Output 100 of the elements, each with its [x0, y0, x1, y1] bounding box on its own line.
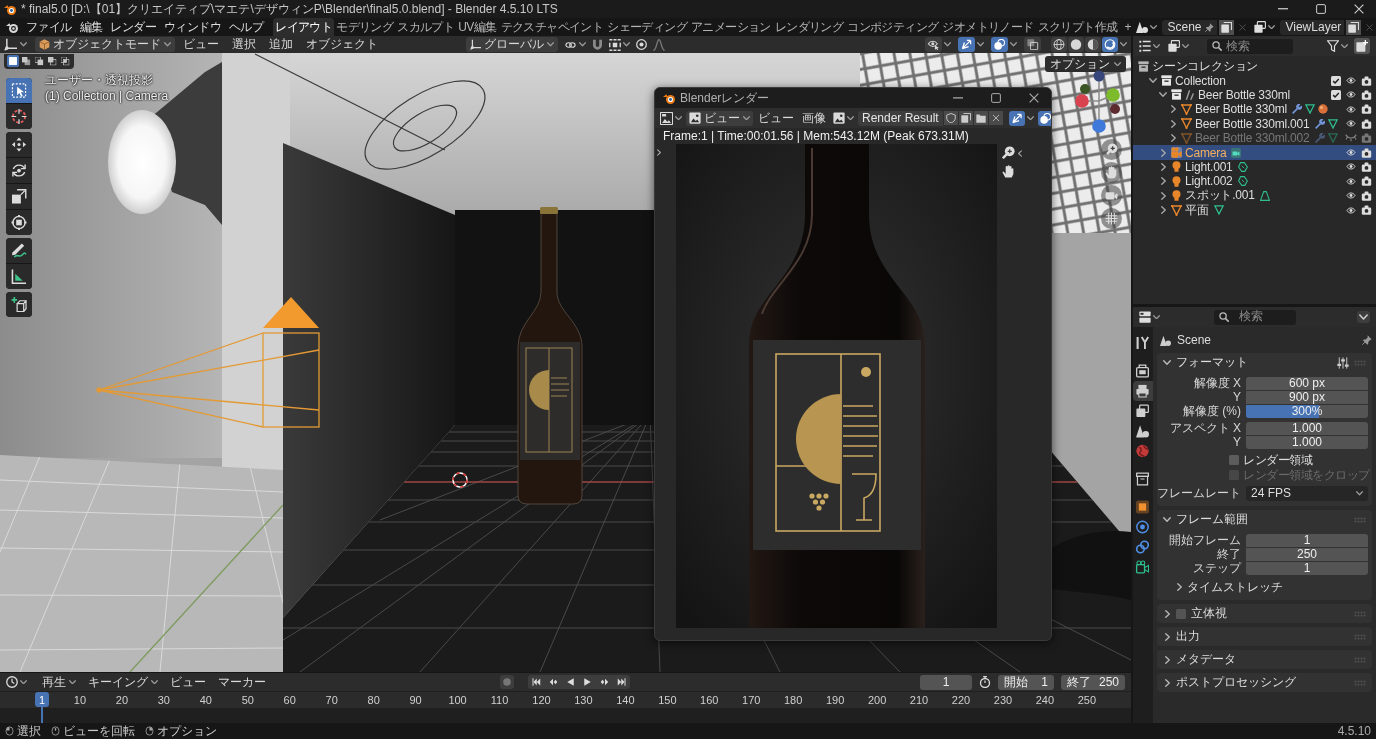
camera-icon[interactable] [1101, 185, 1122, 206]
menu-item[interactable]: ビュー [178, 37, 224, 52]
menu-item[interactable]: 追加 [264, 37, 298, 52]
panel-header[interactable]: 出力 [1157, 627, 1372, 646]
checkbox[interactable] [1176, 608, 1186, 619]
eye-icon[interactable] [1345, 191, 1357, 201]
drag-handle-icon[interactable] [1354, 656, 1366, 663]
render-camera-icon[interactable] [1361, 205, 1372, 216]
intersect-squares-icon[interactable] [59, 55, 71, 67]
checkbox[interactable] [1229, 455, 1239, 465]
shaded-sphere-icon[interactable] [1085, 37, 1101, 52]
menu-item[interactable]: マーカー [213, 674, 271, 690]
menu-item[interactable]: レンダー [106, 19, 161, 35]
panel-header[interactable]: フレーム範囲 [1157, 510, 1372, 529]
number-field[interactable]: 1 [1246, 534, 1368, 547]
image-name-field[interactable]: Render Result [858, 110, 943, 126]
transform-icon[interactable] [6, 210, 32, 235]
sphere-icon[interactable] [1318, 104, 1328, 115]
outliner-item[interactable]: Light.002 [1133, 174, 1376, 189]
panel-header[interactable]: 立体視 [1157, 604, 1372, 623]
workspace-tab[interactable]: ジオメトリノード [940, 18, 1036, 36]
maximize-icon[interactable] [991, 93, 1001, 103]
circle-dot-icon[interactable] [636, 39, 647, 50]
minimize-icon[interactable] [1278, 8, 1288, 10]
outliner-item[interactable]: Beer Bottle 330ml.001 [1133, 116, 1376, 131]
filled-square-icon[interactable] [7, 55, 19, 67]
overlapping-squares-icon[interactable] [1024, 37, 1041, 52]
wrench-icon[interactable] [1292, 104, 1302, 115]
outliner-item[interactable]: 平面 [1133, 202, 1376, 218]
number-field[interactable]: 600 px [1246, 377, 1368, 390]
zoom-icon[interactable] [1002, 146, 1015, 159]
hand-icon[interactable] [1002, 165, 1015, 178]
outliner-item[interactable]: Beer Bottle 330ml [1133, 102, 1376, 117]
duplicate-icon[interactable] [1346, 19, 1362, 35]
eye-icon[interactable] [1345, 104, 1357, 114]
panel-header[interactable]: メタデータ [1157, 650, 1372, 669]
record-icon[interactable] [500, 675, 514, 689]
add-workspace-button[interactable]: + [1119, 18, 1137, 36]
scene-icon[interactable] [1136, 21, 1149, 33]
workspace-tab[interactable]: スクリプト作成 [1035, 18, 1120, 36]
rendered-sphere-icon[interactable] [1102, 37, 1118, 52]
workspace-tab[interactable]: UV編集 [456, 18, 499, 36]
pencil-icon[interactable] [6, 238, 32, 263]
menu-item[interactable]: 編集 [75, 19, 107, 35]
workspace-tab[interactable]: アニメーション [689, 18, 773, 36]
number-field[interactable]: 250 [1246, 548, 1368, 561]
menu-item[interactable]: ウィンドウ [160, 19, 226, 35]
number-field[interactable]: 900 px [1246, 391, 1368, 404]
ruler-icon[interactable] [6, 264, 32, 289]
grid-icon[interactable] [1101, 208, 1122, 229]
render-camera-icon[interactable] [1361, 118, 1372, 129]
number-field[interactable]: 1 [1246, 562, 1368, 575]
eye-icon[interactable] [1345, 205, 1357, 215]
outliner-item[interactable]: Camera [1133, 145, 1376, 160]
mode-dropdown[interactable]: オブジェクトモード [35, 37, 175, 52]
cursor-target-icon[interactable] [6, 104, 32, 129]
wireframe-sphere-icon[interactable] [1051, 37, 1067, 52]
render-camera-icon[interactable] [1361, 190, 1372, 201]
menu-item[interactable]: ビュー [755, 109, 797, 127]
drag-handle-icon[interactable] [1354, 610, 1366, 617]
render-camera-icon[interactable] [1361, 75, 1372, 86]
drag-handle-icon[interactable] [1354, 679, 1366, 686]
arrows-icon[interactable] [1008, 110, 1025, 126]
eye-pointer-icon[interactable] [925, 37, 942, 52]
render-camera-icon[interactable] [1361, 89, 1372, 100]
closed-eye-icon[interactable] [1345, 134, 1357, 143]
move-arrows-icon[interactable] [6, 132, 32, 157]
current-frame-field[interactable]: 1 [920, 674, 972, 690]
folder-icon[interactable] [973, 111, 988, 125]
number-field[interactable]: 1.000 [1246, 436, 1368, 449]
menu-item[interactable]: キーイング [83, 674, 163, 690]
workspace-tab[interactable]: スカルプト [395, 18, 457, 36]
pin-icon[interactable] [1362, 335, 1372, 345]
outliner-item[interactable]: Beer Bottle 330ml [1133, 87, 1376, 103]
render-camera-icon[interactable] [1361, 161, 1372, 172]
menu-item[interactable]: ヘルプ [225, 19, 268, 35]
eye-icon[interactable] [1345, 76, 1357, 86]
triangle-outline-icon[interactable] [1213, 205, 1224, 216]
invert-squares-icon[interactable] [46, 55, 58, 67]
overlapping-circles-icon[interactable] [991, 37, 1008, 52]
subtract-squares-icon[interactable] [33, 55, 45, 67]
image-browse-icon[interactable] [833, 112, 845, 124]
drag-handle-icon[interactable] [1354, 633, 1366, 640]
outliner-item[interactable]: スポット.001 [1133, 188, 1376, 203]
eye-icon[interactable] [1345, 148, 1357, 158]
workspace-tab[interactable]: レンダリング [772, 18, 846, 36]
filter-icon[interactable] [1327, 40, 1339, 52]
pin-icon[interactable] [1205, 22, 1215, 32]
render-camera-icon[interactable] [1361, 176, 1372, 187]
wrench-icon[interactable] [1314, 118, 1325, 129]
extend-squares-icon[interactable] [20, 55, 32, 67]
menu-item[interactable]: 選択 [227, 37, 261, 52]
arrows-icon[interactable] [958, 37, 975, 52]
hexagon-outline-icon[interactable] [1237, 161, 1248, 172]
zoom-icon[interactable] [1101, 139, 1122, 160]
duplicate-icon[interactable] [958, 111, 973, 125]
printer-icon[interactable] [1133, 381, 1153, 401]
magnet-icon[interactable] [592, 39, 603, 50]
solid-sphere-icon[interactable] [1068, 37, 1084, 52]
new-collection-icon[interactable] [1354, 38, 1370, 54]
